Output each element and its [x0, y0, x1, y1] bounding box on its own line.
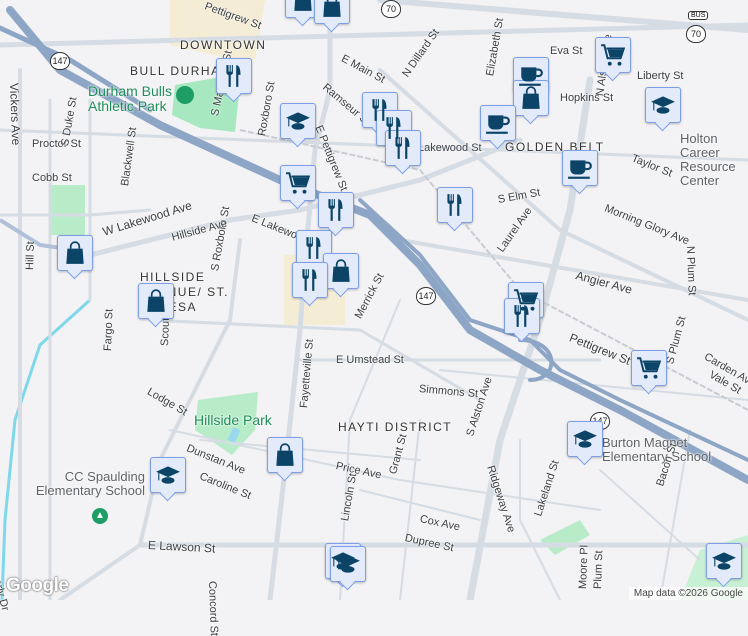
us-70-shield: 70	[686, 25, 706, 43]
shopping-bag-icon	[143, 288, 169, 314]
shopping-bag-icon	[319, 0, 345, 19]
shopping-bag-icon	[62, 240, 88, 266]
restaurant-marker[interactable]	[504, 298, 540, 334]
google-logo: Google	[6, 575, 69, 596]
graduation-cap-icon	[155, 462, 181, 488]
graduation-cap-icon	[650, 92, 676, 118]
street-label: Vickers Ave	[7, 82, 24, 146]
graduation-cap-icon	[285, 108, 311, 134]
shopping-bag-icon	[290, 0, 316, 13]
grocery-marker[interactable]	[631, 350, 667, 386]
street-label: Fargo St	[102, 308, 116, 352]
shopping-cart-icon	[285, 170, 311, 196]
restaurant-marker[interactable]	[318, 192, 354, 228]
school-marker[interactable]	[706, 543, 742, 579]
grocery-marker[interactable]	[280, 165, 316, 201]
restaurant-marker[interactable]	[385, 130, 421, 166]
school-marker[interactable]	[567, 421, 603, 457]
stadium-icon	[176, 86, 194, 104]
shopping-marker[interactable]	[314, 0, 350, 24]
restaurant-marker[interactable]	[292, 262, 328, 298]
street-label: Proctor St	[32, 138, 81, 150]
bus-label: BUS	[688, 11, 709, 20]
street-label: Eva St	[550, 45, 583, 57]
fork-knife-icon	[323, 197, 349, 223]
shopping-cart-icon	[636, 355, 662, 381]
shopping-marker[interactable]	[138, 283, 174, 319]
cafe-marker[interactable]	[562, 150, 598, 186]
graduation-cap-icon	[711, 548, 737, 574]
shopping-marker[interactable]	[323, 253, 359, 289]
shopping-bag-icon	[272, 442, 298, 468]
poi-hillside-park[interactable]: Hillside Park	[194, 412, 272, 428]
street-label: Moore Pl	[577, 544, 591, 590]
shopping-marker[interactable]	[513, 80, 549, 116]
tree-icon: ▲	[92, 508, 108, 524]
school-marker[interactable]	[330, 546, 366, 582]
poi-durham-bulls-athletic-park[interactable]: Durham Bulls Athletic Park	[88, 84, 178, 114]
street-label: Cobb St	[32, 172, 72, 184]
map-attribution[interactable]: Map data ©2026 Google	[628, 587, 748, 600]
shopping-bag-icon	[518, 85, 544, 111]
fork-knife-icon	[390, 135, 416, 161]
fork-knife-icon	[301, 235, 327, 261]
graduation-cap-icon	[335, 551, 361, 577]
school-marker[interactable]	[645, 87, 681, 123]
school-marker[interactable]	[150, 457, 186, 493]
coffee-cup-icon	[567, 155, 593, 181]
street-label: N Plum St	[684, 245, 698, 296]
school-marker[interactable]	[280, 103, 316, 139]
creek	[0, 298, 92, 600]
street-label: Liberty St	[637, 70, 684, 82]
street-label: E Umstead St	[336, 354, 404, 366]
shopping-marker[interactable]	[267, 437, 303, 473]
restaurant-marker[interactable]	[437, 187, 473, 223]
cafe-marker[interactable]	[480, 105, 516, 141]
district-hayti: HAYTI DISTRICT	[338, 420, 453, 434]
shopping-cart-icon	[600, 42, 626, 68]
graduation-cap-icon	[572, 426, 598, 452]
fork-knife-icon	[442, 192, 468, 218]
park-area	[50, 185, 85, 235]
street-label: Lakewood St	[418, 142, 482, 154]
street-label: Plum St	[592, 550, 606, 590]
poi-holton-career-center[interactable]: Holton Career Resource Center	[680, 132, 748, 188]
shopping-bag-icon	[328, 258, 354, 284]
restaurant-marker[interactable]	[216, 58, 252, 94]
shopping-marker[interactable]	[57, 235, 93, 271]
fork-knife-icon	[297, 267, 323, 293]
street-label: Concord St	[206, 580, 220, 636]
poi-cc-spaulding-school[interactable]: CC Spaulding Elementary School	[20, 470, 145, 498]
fork-knife-icon	[221, 63, 247, 89]
restaurant-marker[interactable]	[296, 230, 332, 266]
street-label: Hill St	[24, 241, 37, 271]
route-147-shield: 147	[50, 52, 70, 70]
fork-knife-icon	[509, 303, 535, 329]
coffee-cup-icon	[485, 110, 511, 136]
us-70-shield: 70	[381, 0, 401, 18]
grocery-marker[interactable]	[595, 37, 631, 73]
route-147-shield: 147	[416, 287, 436, 305]
